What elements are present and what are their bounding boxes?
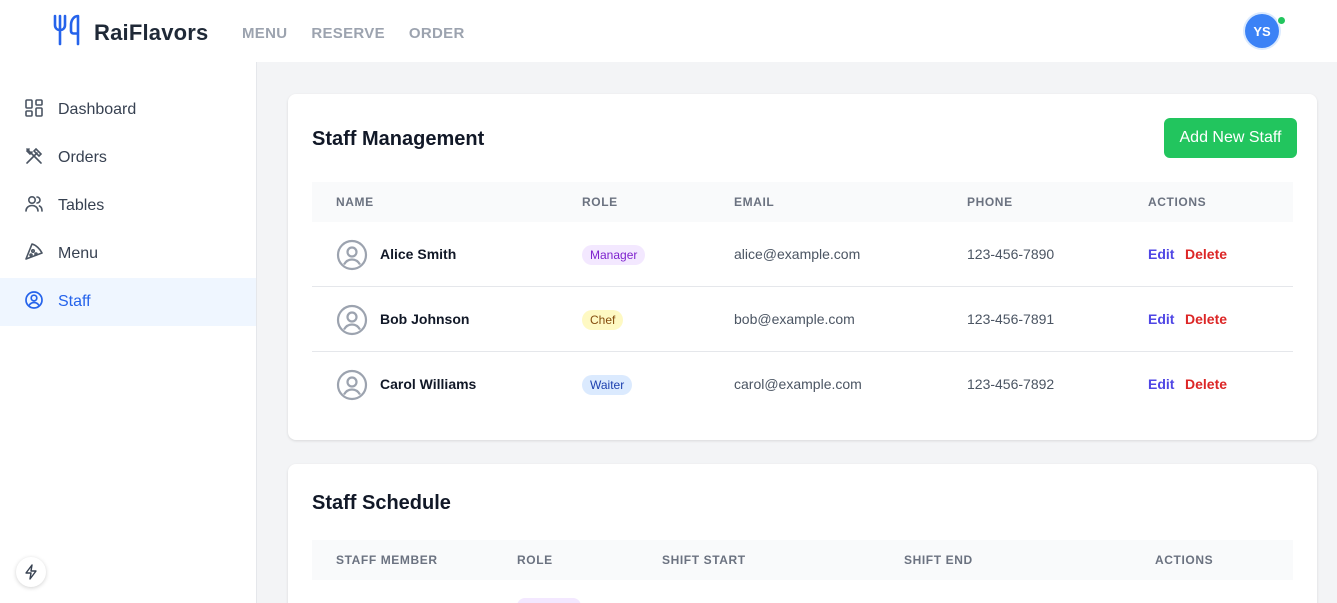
- top-navbar: RaiFlavors MENU RESERVE ORDER YS: [0, 0, 1337, 62]
- sidebar-item-label: Staff: [58, 293, 91, 310]
- utensils-crossed-icon: [24, 146, 44, 171]
- table-row: Bob Johnson Chef bob@example.com 123-456…: [312, 287, 1293, 352]
- sidebar-item-label: Menu: [58, 245, 99, 262]
- staff-name: Carol Williams: [380, 376, 477, 392]
- sidebar-item-label: Tables: [58, 197, 105, 214]
- sidebar-item-tables[interactable]: Tables: [0, 182, 256, 230]
- nav-order[interactable]: ORDER: [409, 25, 465, 42]
- user-avatar-icon: [336, 369, 368, 406]
- staff-schedule-card: Staff Schedule STAFF MEMBER ROLE SHIFT S…: [288, 464, 1317, 603]
- column-header-shift-end: SHIFT END: [904, 553, 973, 567]
- online-status-indicator: [1277, 16, 1286, 25]
- staff-email: alice@example.com: [734, 246, 861, 262]
- sidebar-item-staff[interactable]: Staff: [0, 278, 256, 326]
- add-new-staff-button[interactable]: Add New Staff: [1164, 118, 1297, 158]
- column-header-staff-member: STAFF MEMBER: [336, 553, 438, 567]
- user-avatar-icon: [336, 304, 368, 341]
- staff-schedule-title: Staff Schedule: [312, 492, 451, 514]
- sidebar-item-orders[interactable]: Orders: [0, 134, 256, 182]
- sidebar-item-menu[interactable]: Menu: [0, 230, 256, 278]
- column-header-phone: PHONE: [967, 195, 1013, 209]
- schedule-table-header: STAFF MEMBER ROLE SHIFT START SHIFT END …: [312, 540, 1293, 580]
- role-badge: Waiter: [582, 375, 633, 395]
- role-badge: [517, 598, 581, 603]
- column-header-name: NAME: [336, 195, 374, 209]
- brand-name: RaiFlavors: [94, 19, 209, 45]
- users-icon: [24, 194, 44, 219]
- column-header-role: ROLE: [517, 553, 553, 567]
- edit-link[interactable]: Edit: [1148, 311, 1174, 327]
- user-circle-icon: [24, 290, 44, 315]
- delete-link[interactable]: Delete: [1185, 246, 1227, 262]
- column-header-email: EMAIL: [734, 195, 775, 209]
- nav-menu[interactable]: MENU: [242, 25, 287, 42]
- table-header: NAME ROLE EMAIL PHONE ACTIONS: [312, 182, 1293, 222]
- staff-email: bob@example.com: [734, 311, 855, 327]
- brand[interactable]: RaiFlavors: [52, 14, 209, 51]
- column-header-role: ROLE: [582, 195, 618, 209]
- column-header-actions: ACTIONS: [1155, 553, 1214, 567]
- role-badge: Chef: [582, 310, 624, 330]
- dashboard-icon: [24, 98, 44, 123]
- user-avatar-icon: [336, 239, 368, 276]
- bolt-icon[interactable]: [16, 557, 46, 587]
- user-avatar[interactable]: YS: [1245, 14, 1279, 48]
- column-header-shift-start: SHIFT START: [662, 553, 746, 567]
- sidebar-item-label: Orders: [58, 149, 107, 166]
- delete-link[interactable]: Delete: [1185, 311, 1227, 327]
- staff-management-title: Staff Management: [312, 128, 485, 150]
- staff-phone: 123-456-7890: [967, 246, 1055, 262]
- staff-name: Alice Smith: [380, 246, 457, 262]
- staff-name: Bob Johnson: [380, 311, 470, 327]
- table-row: Alice Smith Manager alice@example.com 12…: [312, 222, 1293, 287]
- delete-link[interactable]: Delete: [1185, 376, 1227, 392]
- sidebar-item-label: Dashboard: [58, 101, 137, 118]
- staff-management-card: Staff Management Add New Staff NAME ROLE…: [288, 94, 1317, 440]
- column-header-actions: ACTIONS: [1148, 195, 1207, 209]
- pizza-slice-icon: [24, 242, 44, 267]
- fork-knife-icon: [52, 14, 82, 51]
- role-badge: Manager: [582, 245, 646, 265]
- main-content: Staff Management Add New Staff NAME ROLE…: [257, 62, 1337, 603]
- edit-link[interactable]: Edit: [1148, 376, 1174, 392]
- table-row: Carol Williams Waiter carol@example.com …: [312, 352, 1293, 417]
- sidebar: Dashboard Orders Tables Menu Staff: [0, 62, 257, 603]
- staff-phone: 123-456-7891: [967, 311, 1055, 327]
- main-nav: MENU RESERVE ORDER: [242, 25, 465, 42]
- edit-link[interactable]: Edit: [1148, 246, 1174, 262]
- staff-phone: 123-456-7892: [967, 376, 1055, 392]
- nav-reserve[interactable]: RESERVE: [311, 25, 385, 42]
- sidebar-item-dashboard[interactable]: Dashboard: [0, 86, 256, 134]
- staff-email: carol@example.com: [734, 376, 862, 392]
